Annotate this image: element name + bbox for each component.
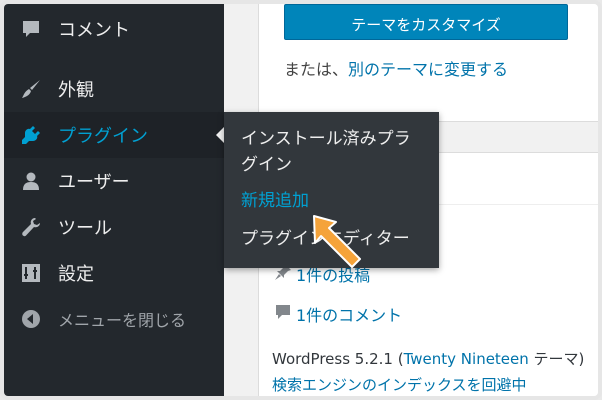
change-theme-line: または、別のテーマに変更する [284,56,508,80]
flyout-item-label-line1: インストール済みプラ [241,129,411,149]
sidebar-item-comments[interactable]: コメント [4,6,224,52]
screenshot-frame: テーマをカスタマイズ または、別のテーマに変更する 1件の投稿 1件のコメント … [0,0,602,400]
sidebar-item-appearance[interactable]: 外観 [4,66,224,112]
admin-sidebar: コメント 外観 プラグイン ユーザー ツール 設定 メニューを閉じる [4,4,224,396]
sidebar-item-tools[interactable]: ツール [4,204,224,250]
sidebar-item-label: 設定 [58,264,94,285]
wrench-icon [18,214,44,240]
customize-theme-button[interactable]: テーマをカスタマイズ [284,4,568,40]
collapse-icon [18,306,44,332]
comment-icon [18,16,44,42]
flyout-item-add-new[interactable]: 新規追加 [241,188,309,214]
search-engine-link[interactable]: 検索エンジンのインデックスを回避中 [272,376,527,394]
search-engine-notice[interactable]: 検索エンジンのインデックスを回避中 [272,374,527,395]
sidebar-item-label: 外観 [58,80,94,101]
theme-name-link[interactable]: Twenty Nineteen [404,350,529,368]
plugin-icon [18,122,44,148]
sidebar-item-label: ユーザー [58,172,130,193]
sidebar-item-label: プラグイン [58,126,148,147]
sidebar-item-users[interactable]: ユーザー [4,158,224,204]
theme-suffix-text: テーマ) [528,350,585,368]
change-theme-link[interactable]: 別のテーマに変更する [348,60,508,79]
or-text: または、 [284,60,349,79]
collapse-menu-button[interactable]: メニューを閉じる [4,296,224,342]
comments-count-link[interactable]: 1件のコメント [296,306,402,325]
paintbrush-icon [18,76,44,102]
flyout-item-label-line2: グイン [241,155,292,175]
pointer-arrow-icon [313,215,361,268]
settings-icon [18,260,44,286]
sidebar-item-label: ツール [58,218,112,239]
comment-icon [274,303,296,325]
sidebar-item-plugins[interactable]: プラグイン [4,112,224,158]
sidebar-item-label: コメント [58,20,130,41]
flyout-item-installed-plugins[interactable]: インストール済みプラ グイン [241,126,411,178]
wp-version-line: WordPress 5.2.1 (Twenty Nineteen テーマ) [272,348,584,369]
user-icon [18,168,44,194]
wp-version-text: WordPress 5.2.1 ( [272,350,404,368]
sidebar-item-settings[interactable]: 設定 [4,250,224,296]
sidebar-item-label: メニューを閉じる [58,311,187,330]
comments-count-row[interactable]: 1件のコメント [274,302,402,326]
